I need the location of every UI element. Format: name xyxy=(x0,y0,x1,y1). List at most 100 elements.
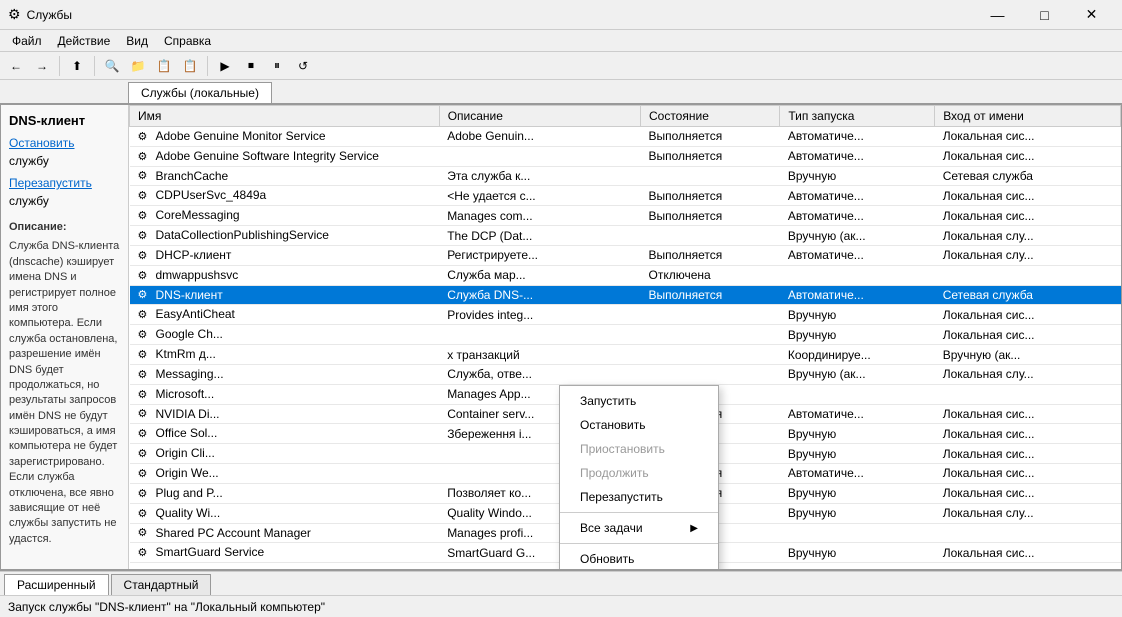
service-status: Выполняется xyxy=(640,245,779,265)
col-name[interactable]: Имя xyxy=(130,106,440,127)
service-startup: Вручную xyxy=(780,424,935,444)
close-button[interactable]: ✕ xyxy=(1069,0,1114,30)
service-desc xyxy=(439,146,640,166)
service-logon: Локальная слу... xyxy=(935,245,1121,265)
service-desc: Служба, отве... xyxy=(439,364,640,384)
menu-action[interactable]: Действие xyxy=(50,32,119,50)
minimize-button[interactable]: — xyxy=(975,0,1020,30)
bottom-tabs: Расширенный Стандартный xyxy=(0,571,1122,595)
service-startup: Координируе... xyxy=(780,345,935,365)
service-icon: ⚙ xyxy=(138,447,152,461)
folder-button[interactable]: 📁 xyxy=(126,55,150,77)
menu-help[interactable]: Справка xyxy=(156,32,219,50)
service-name: ⚙SmartGuard Service xyxy=(130,543,440,563)
service-name: ⚙Shared PC Account Manager xyxy=(130,523,440,543)
service-icon: ⚙ xyxy=(138,288,152,302)
service-logon: Локальная сис... xyxy=(935,186,1121,206)
service-logon xyxy=(935,265,1121,285)
service-logon: Локальная сис... xyxy=(935,404,1121,424)
toolbar-separator-3 xyxy=(207,56,208,76)
back-button[interactable]: ← xyxy=(4,55,28,77)
stop-button[interactable]: ⏹ xyxy=(239,55,263,77)
service-status: Выполняется xyxy=(640,285,779,305)
up-button[interactable]: ⬆ xyxy=(65,55,89,77)
context-menu-item: Продолжить xyxy=(560,461,718,485)
col-logon[interactable]: Вход от имени xyxy=(935,106,1121,127)
context-menu-item[interactable]: Остановить xyxy=(560,413,718,437)
context-menu-item-label: Перезапустить xyxy=(580,490,663,504)
service-startup: Автоматиче... xyxy=(780,245,935,265)
tab-extended[interactable]: Расширенный xyxy=(4,574,109,595)
forward-button[interactable]: → xyxy=(30,55,54,77)
table-row[interactable]: ⚙CoreMessagingManages com...ВыполняетсяА… xyxy=(130,206,1121,226)
table-row[interactable]: ⚙Adobe Genuine Software Integrity Servic… xyxy=(130,146,1121,166)
tab-standard[interactable]: Стандартный xyxy=(111,574,212,595)
table-row[interactable]: ⚙dmwappushsvcСлужбa мар...Отключена xyxy=(130,265,1121,285)
table-row[interactable]: ⚙EasyAntiCheatProvides integ...ВручнуюЛо… xyxy=(130,305,1121,325)
service-icon: ⚙ xyxy=(138,348,152,362)
context-menu-item[interactable]: Перезапустить xyxy=(560,485,718,509)
menu-view[interactable]: Вид xyxy=(118,32,156,50)
service-status xyxy=(640,226,779,246)
table-row[interactable]: ⚙BranchCacheЭта служба к...ВручнуюСетева… xyxy=(130,166,1121,186)
table-row[interactable]: ⚙KtmRm д...х транзакцийКоординируе...Вру… xyxy=(130,345,1121,365)
service-logon: Локальная сис... xyxy=(935,127,1121,147)
service-startup: Автоматиче... xyxy=(780,285,935,305)
service-startup xyxy=(780,523,935,543)
service-name: ⚙Google Ch... xyxy=(130,325,440,345)
col-desc[interactable]: Описание xyxy=(439,106,640,127)
stop-service-link[interactable]: Остановить xyxy=(9,136,120,150)
service-desc: <Не удается с... xyxy=(439,186,640,206)
table-row[interactable]: ⚙CDPUserSvc_4849a<Не удается с...Выполня… xyxy=(130,186,1121,206)
service-icon: ⚙ xyxy=(138,526,152,540)
maximize-button[interactable]: □ xyxy=(1022,0,1067,30)
service-logon: Сетевая служба xyxy=(935,285,1121,305)
copy-button[interactable]: 📋 xyxy=(152,55,176,77)
status-text: Запуск службы "DNS-клиент" на "Локальный… xyxy=(8,600,325,614)
service-desc: Manages com... xyxy=(439,206,640,226)
service-name: ⚙Microsoft... xyxy=(130,384,440,404)
service-icon: ⚙ xyxy=(138,269,152,283)
service-name: ⚙Plug and P... xyxy=(130,483,440,503)
service-startup: Автоматиче... xyxy=(780,464,935,484)
search-button[interactable]: 🔍 xyxy=(100,55,124,77)
play-button[interactable]: ▶ xyxy=(213,55,237,77)
col-status[interactable]: Состояние xyxy=(640,106,779,127)
service-status xyxy=(640,364,779,384)
col-startup[interactable]: Тип запуска xyxy=(780,106,935,127)
pause-button[interactable]: ⏸ xyxy=(265,55,289,77)
service-logon: Локальная сис... xyxy=(935,483,1121,503)
service-icon: ⚙ xyxy=(138,209,152,223)
service-icon: ⚙ xyxy=(138,427,152,441)
service-startup: Автоматиче... xyxy=(780,206,935,226)
table-row[interactable]: ⚙DataCollectionPublishingServiceThe DCP … xyxy=(130,226,1121,246)
service-startup xyxy=(780,265,935,285)
restart-button[interactable]: ↺ xyxy=(291,55,315,77)
service-startup: Вручную (ак... xyxy=(780,226,935,246)
paste-button[interactable]: 📋 xyxy=(178,55,202,77)
context-menu-item[interactable]: Запустить xyxy=(560,389,718,413)
service-logon: Локальная сис... xyxy=(935,325,1121,345)
table-row[interactable]: ⚙DHCP-клиентРегистрируете...ВыполняетсяА… xyxy=(130,245,1121,265)
table-row[interactable]: ⚙Google Ch...ВручнуюЛокальная сис... xyxy=(130,325,1121,345)
table-row[interactable]: ⚙Messaging...Служба, отве...Вручную (ак.… xyxy=(130,364,1121,384)
title-bar-controls: — □ ✕ xyxy=(975,0,1114,30)
table-row[interactable]: ⚙Adobe Genuine Monitor ServiceAdobe Genu… xyxy=(130,127,1121,147)
tab-services-local[interactable]: Службы (локальные) xyxy=(128,82,272,103)
menu-file[interactable]: Файл xyxy=(4,32,50,50)
service-icon: ⚙ xyxy=(138,368,152,382)
service-desc: Регистрируете... xyxy=(439,245,640,265)
table-row[interactable]: ⚙DNS-клиентСлужба DNS-...ВыполняетсяАвто… xyxy=(130,285,1121,305)
context-menu: ЗапуститьОстановитьПриостановитьПродолжи… xyxy=(559,385,719,569)
menu-bar: Файл Действие Вид Справка xyxy=(0,30,1122,52)
context-menu-item-label: Обновить xyxy=(580,552,634,566)
service-icon: ⚙ xyxy=(138,308,152,322)
context-menu-separator xyxy=(560,543,718,544)
restart-service-link[interactable]: Перезапустить xyxy=(9,176,120,190)
service-name: ⚙CDPUserSvc_4849a xyxy=(130,186,440,206)
context-menu-item[interactable]: Обновить xyxy=(560,547,718,569)
service-name: ⚙Messaging... xyxy=(130,364,440,384)
service-name: ⚙NVIDIA Di... xyxy=(130,404,440,424)
context-menu-item[interactable]: Все задачи▶ xyxy=(560,516,718,540)
service-status: Выполняется xyxy=(640,146,779,166)
